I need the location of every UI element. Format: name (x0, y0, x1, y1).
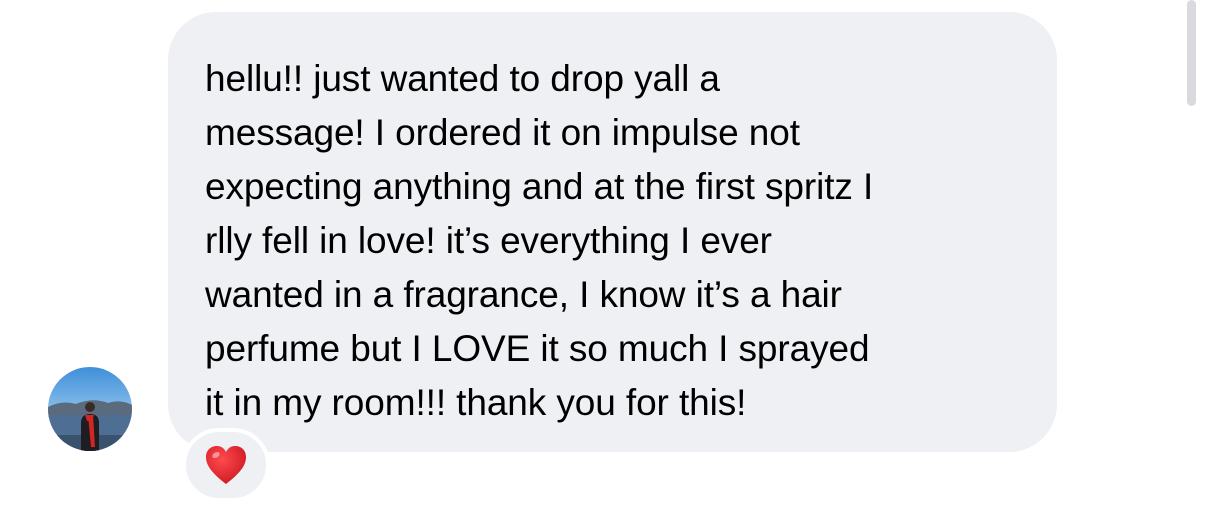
scrollbar[interactable] (1187, 0, 1196, 106)
avatar-photo (48, 367, 132, 451)
reaction-badge[interactable] (182, 428, 270, 502)
sender-avatar[interactable] (48, 367, 132, 451)
heart-icon (206, 446, 246, 484)
message-bubble[interactable]: hellu!! just wanted to drop yall a messa… (168, 12, 1057, 452)
message-text: hellu!! just wanted to drop yall a messa… (205, 58, 874, 423)
